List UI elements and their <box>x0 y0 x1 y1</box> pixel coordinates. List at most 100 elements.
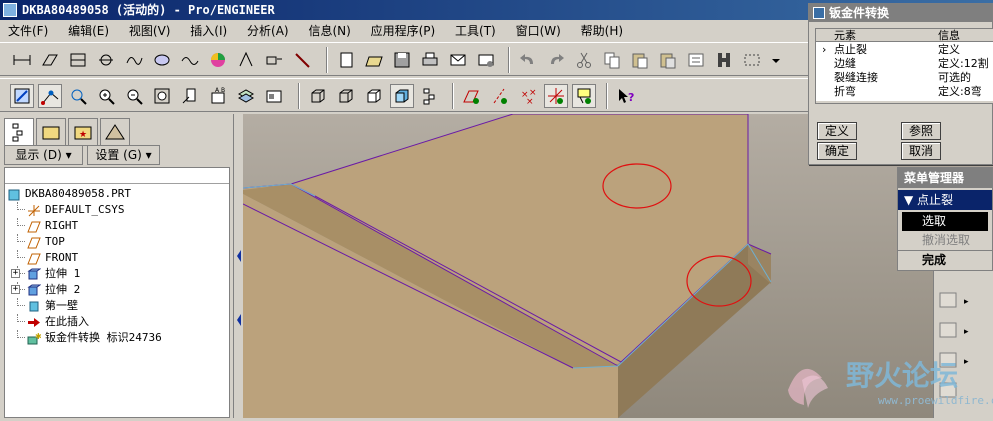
svg-text:★: ★ <box>79 130 87 140</box>
horizontal-scrollbar[interactable] <box>816 101 993 103</box>
menu-item-done[interactable]: 完成 <box>898 250 992 269</box>
copy-model-icon[interactable] <box>474 48 498 72</box>
display-dropdown-button[interactable]: 显示 (D) ▾ <box>4 145 83 165</box>
copy-icon[interactable] <box>600 48 624 72</box>
menu-tools[interactable]: 工具(T) <box>447 20 504 42</box>
refer-button[interactable]: 参照 <box>901 122 941 140</box>
zoom-out-icon[interactable] <box>122 84 146 108</box>
cosmetic-icon[interactable] <box>122 48 146 72</box>
new-icon[interactable] <box>334 48 358 72</box>
model-tree-icon[interactable] <box>418 84 442 108</box>
saved-views-icon[interactable]: A B <box>206 84 230 108</box>
spin-center-icon[interactable] <box>38 84 62 108</box>
no-hidden-icon[interactable] <box>362 84 386 108</box>
table-row[interactable]: 折弯 定义:8弯 <box>816 85 993 98</box>
datum-plane-icon <box>27 236 41 249</box>
datum-planes-display-icon[interactable] <box>460 84 484 108</box>
dimension-icon[interactable] <box>10 48 34 72</box>
expand-toggle-icon[interactable]: + <box>11 285 20 294</box>
table-row[interactable]: 边缝 定义:12割 <box>816 57 993 70</box>
dialog-title: 钣金件转换 <box>829 6 890 20</box>
bookmark-icon[interactable] <box>712 48 736 72</box>
svg-text:A B: A B <box>215 87 225 94</box>
expand-toggle-icon[interactable]: + <box>11 269 20 278</box>
menu-item-select[interactable]: 选取 <box>902 212 988 231</box>
wall-icon <box>27 300 41 313</box>
save-icon[interactable] <box>390 48 414 72</box>
menu-applications[interactable]: 应用程序(P) <box>363 20 444 42</box>
view-manager-icon[interactable] <box>262 84 286 108</box>
cancel-button[interactable]: 取消 <box>901 142 941 160</box>
menu-info[interactable]: 信息(N) <box>300 20 358 42</box>
layers-icon[interactable] <box>234 84 258 108</box>
whats-this-icon[interactable]: ? <box>614 84 638 108</box>
menu-file[interactable]: 文件(F) <box>0 20 56 42</box>
menu-manager-header[interactable]: ▼ 点止裂 <box>898 190 992 210</box>
datum-plane-icon <box>27 220 41 233</box>
tab-folder-browser[interactable] <box>36 118 66 146</box>
select-box-icon[interactable] <box>740 48 764 72</box>
tab-favorites[interactable]: ★ <box>68 118 98 146</box>
menu-help[interactable]: 帮助(H) <box>573 20 631 42</box>
menu-view[interactable]: 视图(V) <box>121 20 179 42</box>
table-row[interactable]: 裂缝连接 可选的 <box>816 71 993 84</box>
tree-connector <box>17 218 25 226</box>
tree-connector <box>17 234 25 242</box>
hidden-line-icon[interactable] <box>334 84 358 108</box>
csys-display-icon[interactable] <box>544 84 568 108</box>
datum-plane-icon <box>27 252 41 265</box>
menu-insert[interactable]: 插入(I) <box>182 20 235 42</box>
orient-icon[interactable] <box>66 84 90 108</box>
datum-axis-icon[interactable] <box>66 48 90 72</box>
define-button[interactable]: 定义 <box>817 122 857 140</box>
menu-item-unselect[interactable]: 撤消选取 <box>898 231 992 250</box>
menu-edit[interactable]: 编辑(E) <box>60 20 117 42</box>
row-element: 折弯 <box>834 85 856 98</box>
cut-icon[interactable] <box>572 48 596 72</box>
panel-splitter[interactable] <box>233 114 243 418</box>
forum-watermark: 野火论坛 www.proewildfire.cn <box>782 350 993 418</box>
points-display-icon[interactable]: × × × <box>516 84 540 108</box>
wireframe-icon[interactable] <box>306 84 330 108</box>
paste-icon[interactable] <box>628 48 652 72</box>
tree-connector <box>17 250 25 258</box>
annotations-display-icon[interactable] <box>572 84 596 108</box>
annotation-icon[interactable] <box>234 48 258 72</box>
analysis-icon[interactable] <box>206 48 230 72</box>
curve-icon[interactable] <box>150 48 174 72</box>
tree-header <box>5 168 229 184</box>
element-table: 元素 信息 › 点止裂 定义 边缝 定义:12割 裂缝连接 可选的 折弯 定义:… <box>815 28 993 104</box>
table-row[interactable]: › 点止裂 定义 <box>816 43 993 56</box>
row-info: 定义:8弯 <box>938 85 982 98</box>
search-icon[interactable] <box>262 48 286 72</box>
repaint-icon[interactable] <box>10 84 34 108</box>
datum-point-icon[interactable] <box>94 48 118 72</box>
datum-plane-icon[interactable] <box>38 48 62 72</box>
menu-manager: 菜单管理器 ▼ 点止裂 选取 撤消选取 完成 <box>897 167 993 271</box>
menu-analysis[interactable]: 分析(A) <box>239 20 297 42</box>
open-icon[interactable] <box>362 48 386 72</box>
shading-icon[interactable] <box>390 84 414 108</box>
watermark-url: www.proewildfire.cn <box>878 394 993 407</box>
select-filter-icon[interactable] <box>290 48 314 72</box>
print-icon[interactable] <box>418 48 442 72</box>
undo-icon[interactable] <box>516 48 540 72</box>
tab-connections[interactable] <box>100 118 130 146</box>
color-icon[interactable] <box>178 48 202 72</box>
menu-window[interactable]: 窗口(W) <box>508 20 569 42</box>
ok-button[interactable]: 确定 <box>817 142 857 160</box>
tab-model-tree[interactable] <box>4 118 34 146</box>
paste-special-icon[interactable] <box>656 48 680 72</box>
refit-icon[interactable] <box>150 84 174 108</box>
redo-icon[interactable] <box>544 48 568 72</box>
feature-tool-icon: ▸ <box>939 292 969 308</box>
svg-text:▸: ▸ <box>964 327 969 337</box>
chevron-down-icon[interactable] <box>764 48 780 72</box>
zoom-in-icon[interactable] <box>94 84 118 108</box>
settings-dropdown-button[interactable]: 设置 (G) ▾ <box>87 145 160 165</box>
regenerate-icon[interactable] <box>684 48 708 72</box>
datum-axes-display-icon[interactable] <box>488 84 512 108</box>
reorient-icon[interactable] <box>178 84 202 108</box>
email-icon[interactable] <box>446 48 470 72</box>
tree-item-label: RIGHT <box>45 219 79 232</box>
